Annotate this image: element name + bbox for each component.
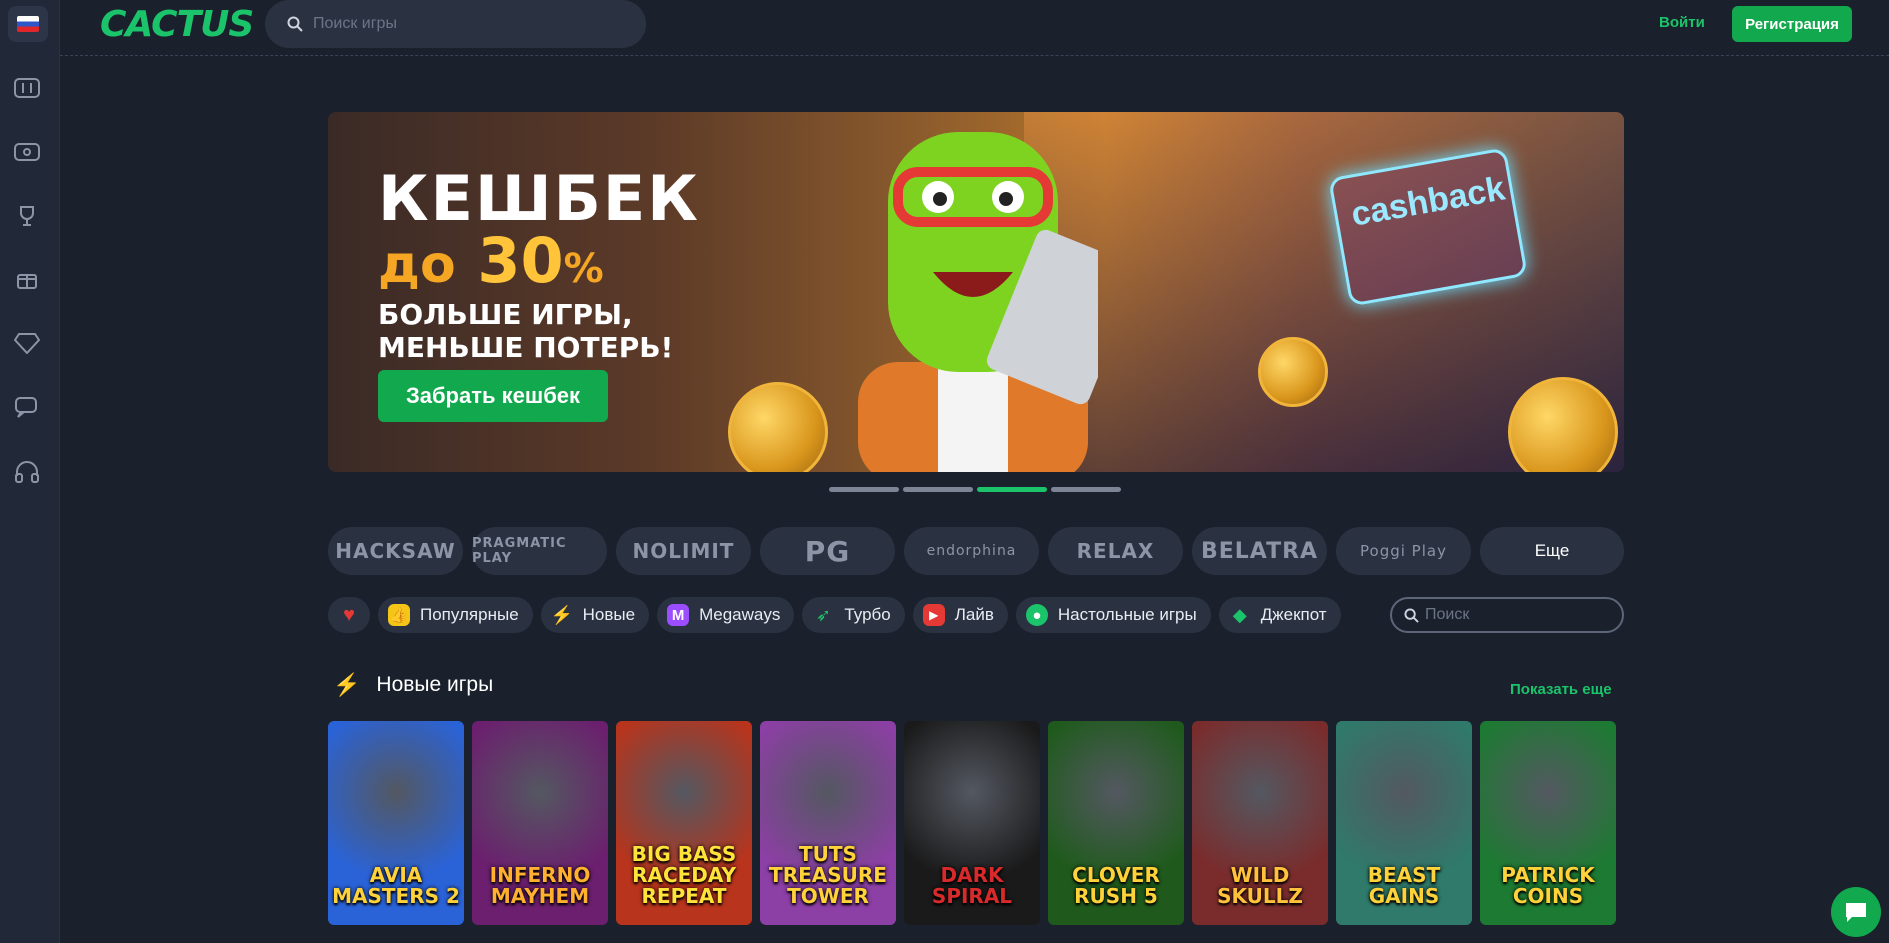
- lightning-icon: ⚡: [333, 672, 361, 697]
- game-tile[interactable]: BEAST GAINS: [1336, 721, 1472, 925]
- claim-cashback-button[interactable]: Забрать кешбек: [378, 370, 608, 422]
- coin-icon: [728, 382, 828, 472]
- category-search-input[interactable]: [1425, 606, 1605, 624]
- category-turbo[interactable]: ➶ Турбо: [802, 597, 905, 633]
- heart-icon: ♥: [343, 603, 355, 626]
- carousel-dot-active[interactable]: [977, 487, 1047, 492]
- register-button[interactable]: Регистрация: [1732, 6, 1852, 42]
- top-header: CACTUS Войти Регистрация: [60, 0, 1889, 56]
- slots-icon[interactable]: [12, 73, 42, 103]
- provider-belatra[interactable]: BELATRA: [1192, 527, 1327, 575]
- gem-icon: ◆: [1232, 604, 1247, 625]
- game-tile[interactable]: INFERNO MAYHEM: [472, 721, 608, 925]
- new-games-row: AVIA MASTERS 2 INFERNO MAYHEM BIG BASS R…: [328, 721, 1616, 925]
- banner-tagline: БОЛЬШЕ ИГРЫ, МЕНЬШЕ ПОТЕРЬ!: [378, 298, 674, 364]
- live-chat-button[interactable]: [1831, 887, 1881, 937]
- chat-bubbles-icon[interactable]: [12, 392, 42, 422]
- live-camera-icon: ▶: [922, 604, 945, 626]
- carousel-dot[interactable]: [829, 487, 899, 492]
- provider-nolimit[interactable]: NOLIMIT: [616, 527, 751, 575]
- provider-relax[interactable]: RELAX: [1048, 527, 1183, 575]
- new-games-heading: ⚡ Новые игры: [333, 672, 494, 697]
- game-tile[interactable]: CLOVER RUSH 5: [1048, 721, 1184, 925]
- chat-icon: [1846, 903, 1866, 922]
- category-search-box[interactable]: [1390, 597, 1624, 633]
- category-megaways[interactable]: M Megaways: [657, 597, 795, 633]
- trophy-icon[interactable]: [12, 201, 42, 231]
- login-link[interactable]: Войти: [1659, 14, 1705, 31]
- category-filter: ♥ 👍 Популярные ⚡ Новые M Megaways ➶ Турбо ▶ Л…: [328, 597, 1341, 633]
- carousel-dot[interactable]: [1051, 487, 1121, 492]
- provider-endorphina[interactable]: endorphina: [904, 527, 1039, 575]
- carousel-indicators: [829, 487, 1121, 492]
- category-table-games[interactable]: ● Настольные игры: [1015, 597, 1211, 633]
- rocket-icon: ➶: [815, 604, 831, 625]
- promo-banner[interactable]: cashback КЕШБЕК до 30% БОЛЬШЕ ИГРЫ, МЕНЬ…: [328, 112, 1624, 472]
- coin-icon: [1258, 337, 1328, 407]
- provider-poggi-play[interactable]: Poggi Play: [1336, 527, 1471, 575]
- ticket-icon[interactable]: [12, 137, 42, 167]
- carousel-dot[interactable]: [903, 487, 973, 492]
- game-tile[interactable]: WILD SKULLZ: [1192, 721, 1328, 925]
- game-tile[interactable]: BIG BASS RACEDAY REPEAT: [616, 721, 752, 925]
- provider-hacksaw[interactable]: HACKSAW: [328, 527, 463, 575]
- show-more-link[interactable]: Показать еще: [1510, 681, 1612, 698]
- sidebar: [0, 0, 60, 943]
- russia-flag-icon: [17, 16, 39, 32]
- headset-icon[interactable]: [12, 457, 42, 487]
- category-jackpot[interactable]: ◆ Джекпот: [1218, 597, 1341, 633]
- provider-pragmatic-play[interactable]: PRAGMATIC PLAY: [472, 527, 607, 575]
- thumbs-up-icon: 👍: [388, 604, 410, 626]
- game-search-box[interactable]: [265, 0, 646, 48]
- diamond-icon[interactable]: [12, 328, 42, 358]
- providers-more-button[interactable]: Еще: [1480, 527, 1624, 575]
- game-tile[interactable]: AVIA MASTERS 2: [328, 721, 464, 925]
- cactus-logo[interactable]: CACTUS: [100, 4, 254, 45]
- cactus-mascot: [858, 132, 1098, 472]
- game-tile[interactable]: PATRICK COINS: [1480, 721, 1616, 925]
- category-popular[interactable]: 👍 Популярные: [378, 597, 533, 633]
- game-tile[interactable]: DARK SPIRAL: [904, 721, 1040, 925]
- provider-list: HACKSAW PRAGMATIC PLAY NOLIMIT PG endorp…: [328, 527, 1624, 575]
- lightning-icon: ⚡: [550, 604, 573, 625]
- category-new[interactable]: ⚡ Новые: [540, 597, 650, 633]
- megaways-icon: M: [667, 604, 690, 626]
- favorites-button[interactable]: ♥: [328, 597, 370, 633]
- game-search-input[interactable]: [313, 15, 613, 33]
- search-icon: [287, 16, 303, 32]
- game-tile[interactable]: TUTS TREASURE TOWER: [760, 721, 896, 925]
- gift-icon[interactable]: [12, 264, 42, 294]
- table-games-icon: ●: [1025, 604, 1048, 626]
- banner-subtitle: до 30%: [378, 224, 604, 297]
- search-icon: [1404, 607, 1419, 623]
- language-flag-button[interactable]: [8, 6, 48, 42]
- category-live[interactable]: ▶ Лайв: [912, 597, 1008, 633]
- provider-pg[interactable]: PG: [760, 527, 895, 575]
